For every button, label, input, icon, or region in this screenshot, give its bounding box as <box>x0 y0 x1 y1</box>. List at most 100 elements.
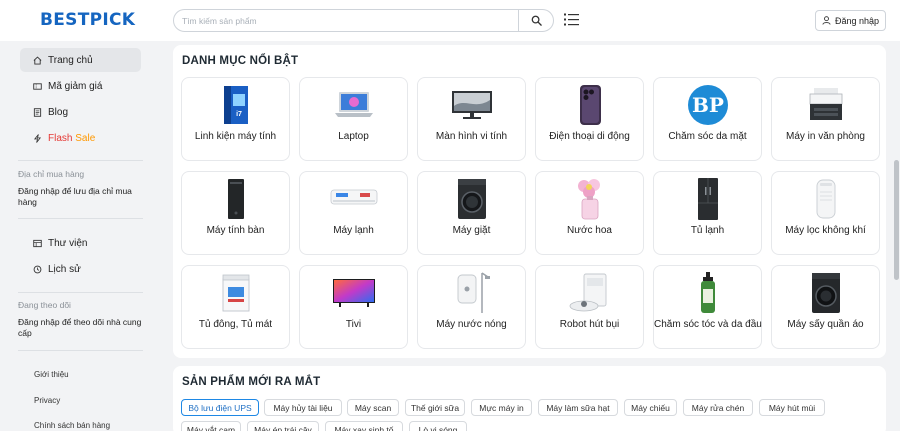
login-button[interactable]: Đăng nhập <box>815 10 886 31</box>
search-bar <box>173 9 554 32</box>
category-tile-skincare[interactable]: BP Chăm sóc da mặt <box>653 77 762 161</box>
category-label: Tủ đông, Tủ mát <box>198 319 273 330</box>
category-tile-air-purifier[interactable]: Máy lọc không khí <box>771 171 880 255</box>
chip-fruit-juicer[interactable]: Máy ép trái cây <box>247 421 319 431</box>
chip-shredder[interactable]: Máy hủy tài liệu <box>264 399 342 416</box>
category-tile-printer[interactable]: Máy in văn phòng <box>771 77 880 161</box>
air-conditioner-icon <box>330 189 377 204</box>
sidebar-item-coupons[interactable]: Mã giảm giá <box>20 74 141 98</box>
category-tile-phone[interactable]: Điện thoại di động <box>535 77 644 161</box>
section-title: DANH MỤC NỔI BẬT <box>182 55 299 67</box>
chip-blender[interactable]: Máy xay sinh tố <box>325 421 403 431</box>
bp-logo-icon: BP <box>687 84 728 125</box>
sidebar-item-blog[interactable]: Blog <box>20 100 141 124</box>
chip-printer-ink[interactable]: Mực máy in <box>471 399 532 416</box>
category-label: Máy in văn phòng <box>786 131 865 142</box>
monitor-icon <box>451 90 492 119</box>
sidebar-item-label: Mã giảm giá <box>48 80 103 92</box>
chip-orange-juicer[interactable]: Máy vắt cam <box>181 421 241 431</box>
scrollbar-thumb[interactable] <box>894 160 899 280</box>
category-label: Tivi <box>345 319 362 330</box>
address-section-title: Địa chỉ mua hàng <box>18 169 85 179</box>
category-tile-tv[interactable]: Tivi <box>299 265 408 349</box>
chip-range-hood[interactable]: Máy hút mùi <box>759 399 825 416</box>
blog-icon <box>33 107 42 117</box>
category-tile-laptop[interactable]: Laptop <box>299 77 408 161</box>
footer-link-about[interactable]: Giới thiệu <box>34 370 69 379</box>
category-tile-haircare[interactable]: Chăm sóc tóc và da đầu <box>653 265 762 349</box>
sidebar-divider <box>18 218 143 219</box>
sidebar-divider <box>18 350 143 351</box>
robot-vacuum-icon <box>569 273 606 311</box>
category-label: Nước hoa <box>567 225 612 236</box>
sidebar-item-home[interactable]: Trang chủ <box>20 48 141 72</box>
category-tile-water-heater[interactable]: Máy nước nóng <box>417 265 526 349</box>
chip-nut-milk-maker[interactable]: Máy làm sữa hạt <box>538 399 618 416</box>
sidebar-item-flash-sale[interactable]: Flash Sale <box>20 126 141 150</box>
bestpick-logo[interactable]: BESTPICK <box>40 10 135 30</box>
chip-projector[interactable]: Máy chiếu <box>624 399 677 416</box>
lightning-icon <box>33 133 42 143</box>
flash-word: Flash <box>48 132 73 144</box>
history-icon <box>33 265 42 273</box>
chip-scanner[interactable]: Máy scan <box>347 399 399 416</box>
category-tile-fridge[interactable]: Tủ lạnh <box>653 171 762 255</box>
category-label: Linh kiện máy tính <box>194 131 277 142</box>
chip-ups[interactable]: Bộ lưu điện UPS <box>181 399 259 416</box>
shampoo-bottle-icon <box>700 271 715 313</box>
category-tile-washing-machine[interactable]: Máy giặt <box>417 171 526 255</box>
category-label: Máy lạnh <box>333 225 374 236</box>
sidebar-item-library[interactable]: Thư viện <box>20 231 141 255</box>
search-icon <box>531 15 542 26</box>
category-label: Điện thoại di động <box>549 131 630 142</box>
chip-microwave[interactable]: Lò vi sóng <box>409 421 467 431</box>
footer-link-sales-policy[interactable]: Chính sách bán hàng <box>34 421 110 430</box>
desktop-tower-icon <box>227 178 244 219</box>
category-tile-robot-vacuum[interactable]: Robot hút bụi <box>535 265 644 349</box>
category-tile-dryer[interactable]: Máy sấy quần áo <box>771 265 880 349</box>
category-tile-pc-components[interactable]: i7 Linh kiện máy tính <box>181 77 290 161</box>
air-purifier-icon <box>816 179 835 218</box>
list-menu-icon[interactable] <box>564 13 579 26</box>
laptop-icon <box>334 91 373 117</box>
sidebar-item-label: Blog <box>48 106 69 118</box>
category-tile-perfume[interactable]: Nước hoa <box>535 171 644 255</box>
library-icon <box>33 239 42 247</box>
section-title: SẢN PHẨM MỚI RA MẮT <box>182 376 321 388</box>
freezer-icon <box>222 274 249 311</box>
dryer-icon <box>811 272 840 313</box>
category-tile-desktop[interactable]: Máy tính bàn <box>181 171 290 255</box>
page-scrollbar[interactable] <box>893 41 900 431</box>
tv-icon <box>332 278 375 307</box>
category-label: Màn hình vi tính <box>435 131 508 142</box>
chip-milk-world[interactable]: Thế giới sữa <box>405 399 465 416</box>
sale-word: Sale <box>75 132 96 144</box>
category-label: Laptop <box>338 131 369 142</box>
search-input[interactable] <box>174 10 518 31</box>
following-login-link[interactable]: Đăng nhập để theo dõi nhà cung cấp <box>18 317 148 339</box>
sidebar-divider <box>18 160 143 161</box>
sidebar: Trang chủ Mã giảm giá Blog Flash Sale Đị… <box>0 41 158 431</box>
water-heater-icon <box>457 271 490 313</box>
sidebar-item-label: Lịch sử <box>48 263 81 275</box>
sidebar-divider <box>18 292 143 293</box>
category-label: Máy tính bàn <box>206 225 265 236</box>
category-tile-monitor[interactable]: Màn hình vi tính <box>417 77 526 161</box>
fridge-icon <box>697 177 718 220</box>
chip-dishwasher[interactable]: Máy rửa chén <box>683 399 753 416</box>
category-tile-freezer[interactable]: Tủ đông, Tủ mát <box>181 265 290 349</box>
category-label: Máy sấy quần áo <box>787 319 864 330</box>
sidebar-item-history[interactable]: Lịch sử <box>20 257 141 281</box>
perfume-icon <box>577 178 600 219</box>
top-header: BESTPICK Đăng nhập <box>0 0 900 41</box>
svg-text:i7: i7 <box>236 111 242 118</box>
category-tile-air-conditioner[interactable]: Máy lạnh <box>299 171 408 255</box>
search-button[interactable] <box>518 10 553 31</box>
footer-link-privacy[interactable]: Privacy <box>34 396 60 405</box>
flash-sale-label: Flash Sale <box>48 133 95 144</box>
cpu-box-icon: i7 <box>223 85 248 124</box>
address-login-link[interactable]: Đăng nhập để lưu địa chỉ mua hàng <box>18 186 148 208</box>
ticket-icon <box>33 82 42 90</box>
category-label: Chăm sóc da mặt <box>668 131 747 142</box>
new-products-section: SẢN PHẨM MỚI RA MẮT Bộ lưu điện UPS Máy … <box>173 366 886 431</box>
